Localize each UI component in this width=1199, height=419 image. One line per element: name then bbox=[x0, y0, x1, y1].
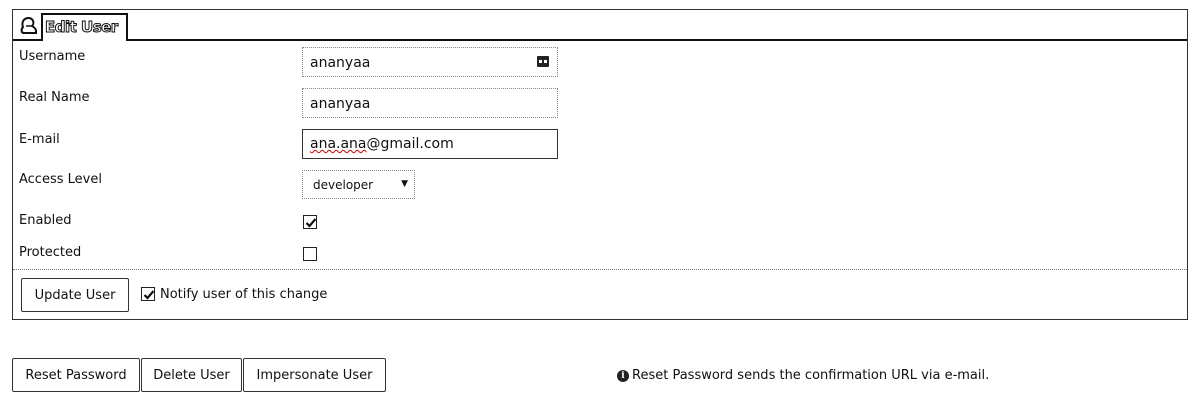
email-label: E-mail bbox=[19, 132, 60, 147]
edit-user-panel: Edit User Username ananyaa Real Name ana… bbox=[12, 9, 1188, 320]
panel-titlebar: Edit User bbox=[13, 10, 1187, 41]
info-icon: i bbox=[617, 370, 629, 382]
real-name-label: Real Name bbox=[19, 90, 90, 105]
notify-checkbox[interactable] bbox=[141, 287, 155, 301]
real-name-field[interactable]: ananyaa bbox=[302, 88, 558, 118]
protected-label: Protected bbox=[19, 245, 82, 260]
protected-checkbox[interactable] bbox=[303, 247, 317, 261]
access-level-select[interactable]: developer ▼ bbox=[302, 170, 415, 199]
update-user-button[interactable]: Update User bbox=[21, 278, 129, 312]
access-level-label: Access Level bbox=[19, 172, 102, 187]
info-text: Reset Password sends the confirmation UR… bbox=[632, 368, 990, 383]
enabled-checkbox[interactable] bbox=[303, 215, 317, 229]
chevron-down-icon: ▼ bbox=[401, 179, 408, 189]
impersonate-user-button[interactable]: Impersonate User bbox=[243, 358, 386, 392]
form-divider bbox=[13, 269, 1187, 270]
real-name-value: ananyaa bbox=[310, 96, 371, 112]
delete-user-button[interactable]: Delete User bbox=[141, 358, 242, 392]
keyboard-icon[interactable] bbox=[537, 56, 549, 67]
access-level-value: developer bbox=[313, 178, 374, 192]
username-value: ananyaa bbox=[310, 55, 371, 71]
reset-password-button[interactable]: Reset Password bbox=[12, 358, 140, 392]
enabled-label: Enabled bbox=[19, 213, 72, 228]
check-icon bbox=[143, 290, 155, 300]
panel-title: Edit User bbox=[41, 13, 128, 41]
user-icon bbox=[19, 15, 39, 35]
username-field[interactable]: ananyaa bbox=[302, 47, 558, 77]
username-label: Username bbox=[19, 49, 86, 64]
check-icon bbox=[305, 218, 317, 228]
email-user-part: ana.ana bbox=[310, 136, 367, 152]
notify-label: Notify user of this change bbox=[160, 287, 328, 302]
email-domain-part: @gmail.com bbox=[366, 136, 454, 152]
email-field[interactable]: ana.ana@gmail.com bbox=[302, 129, 558, 159]
